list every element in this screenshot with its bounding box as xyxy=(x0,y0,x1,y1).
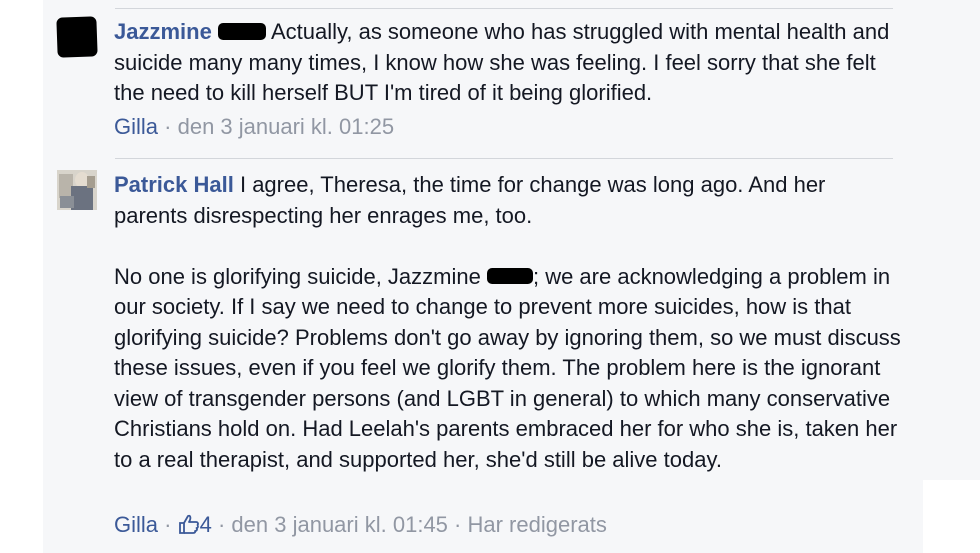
comment-text: No one is glorifying suicide, Jazzmine xyxy=(114,263,481,289)
redacted-surname xyxy=(217,22,266,40)
meta-separator: · xyxy=(217,512,226,537)
meta-separator: · xyxy=(164,512,172,537)
comment-divider xyxy=(115,8,893,9)
comment-paragraph-1: Patrick Hall I agree, Theresa, the time … xyxy=(114,170,904,231)
like-link[interactable]: Gilla xyxy=(114,512,158,537)
avatar-patrick-hall[interactable] xyxy=(57,170,97,210)
comment-meta: Gilla · den 3 januari kl. 01:25 xyxy=(114,114,394,140)
thumbs-up-icon[interactable] xyxy=(178,514,200,540)
like-count[interactable]: 4 xyxy=(200,512,212,537)
comment-paragraph-2: No one is glorifying suicide, Jazzmine ;… xyxy=(114,262,904,476)
comment-author-link[interactable]: Jazzmine xyxy=(114,19,212,44)
comment-patrick-hall: Patrick Hall I agree, Theresa, the time … xyxy=(114,170,904,475)
avatar-redacted[interactable] xyxy=(56,16,98,58)
edited-indicator[interactable]: Har redigerats xyxy=(468,512,607,537)
comments-panel-edge xyxy=(923,0,980,480)
comment-timestamp[interactable]: den 3 januari kl. 01:25 xyxy=(178,114,395,139)
comment-timestamp[interactable]: den 3 januari kl. 01:45 xyxy=(231,512,448,537)
meta-separator: · xyxy=(164,114,172,139)
comment-meta: Gilla · 4 · den 3 januari kl. 01:45 · Ha… xyxy=(114,512,607,540)
comment-author-link[interactable]: Patrick Hall xyxy=(114,172,234,197)
comment-text: ; we are acknowledging a problem in our … xyxy=(114,263,901,472)
meta-separator: · xyxy=(454,512,462,537)
comment-jazzmine: Jazzmine Actually, as someone who has st… xyxy=(114,17,904,109)
like-link[interactable]: Gilla xyxy=(114,114,158,139)
redacted-surname xyxy=(486,267,533,284)
comment-divider xyxy=(115,158,893,159)
